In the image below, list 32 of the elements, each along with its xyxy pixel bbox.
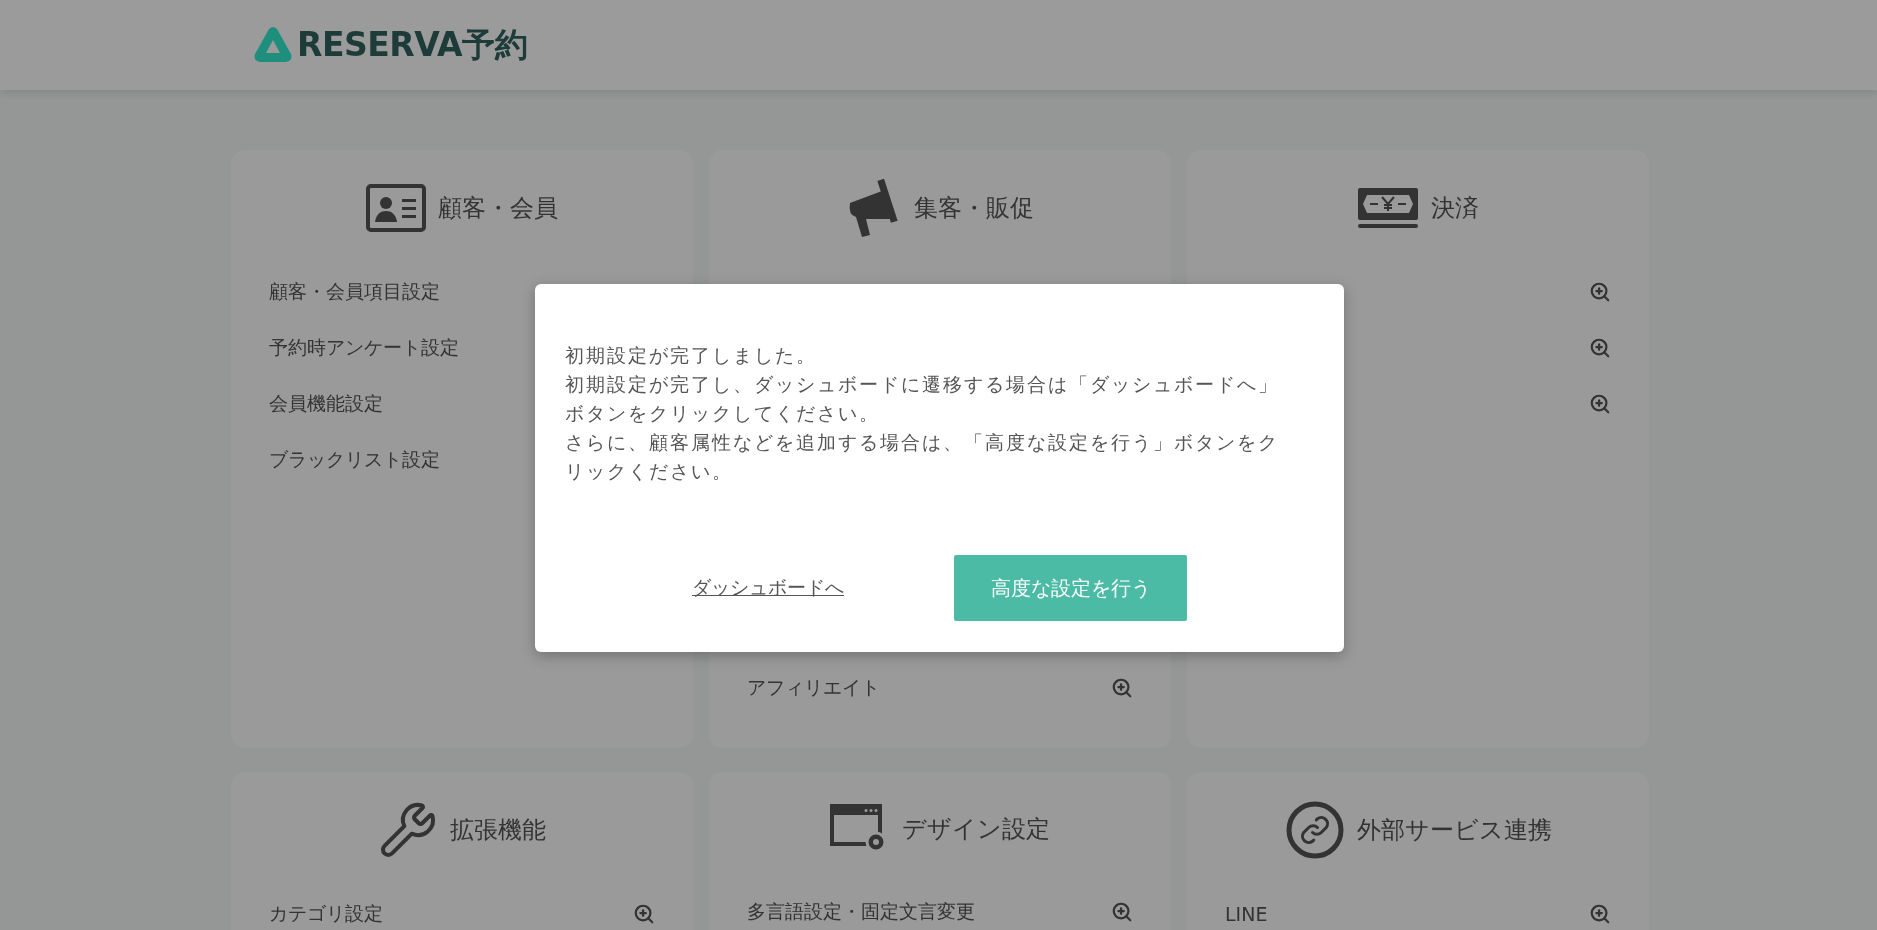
logo-icon	[253, 26, 293, 64]
zoom-in-icon[interactable]	[1589, 281, 1611, 303]
card-title: 拡張機能	[450, 815, 546, 846]
dialog-text: さらに、顧客属性などを追加する場合は、「高度な設定を行う」ボタンをクリックください。	[565, 430, 1280, 484]
setting-link[interactable]: アフィリエイト	[747, 675, 880, 701]
setting-link[interactable]: LINE	[1225, 903, 1268, 925]
zoom-in-icon[interactable]	[1111, 677, 1133, 699]
setting-link[interactable]: 予約時アンケート設定	[269, 335, 459, 361]
dialog-text: 初期設定が完了しました。	[565, 343, 818, 368]
dialog-text: 初期設定が完了し、ダッシュボードに遷移する場合は「ダッシュボードへ」ボタンをクリックしてください。	[565, 372, 1280, 426]
logo-text: RESERVA予約	[297, 23, 527, 66]
zoom-in-icon[interactable]	[1111, 901, 1133, 923]
setting-link[interactable]: 多言語設定・固定文言変更	[747, 899, 975, 925]
card-title: 集客・販促	[914, 193, 1034, 224]
card-title: 決済	[1431, 193, 1479, 224]
zoom-in-icon[interactable]	[1589, 393, 1611, 415]
card-title: デザイン設定	[902, 814, 1050, 845]
banknote-icon	[1357, 187, 1419, 229]
zoom-in-icon[interactable]	[1589, 903, 1611, 925]
link-icon	[1284, 800, 1345, 860]
zoom-in-icon[interactable]	[633, 903, 655, 925]
card-title: 外部サービス連携	[1356, 815, 1552, 846]
dashboard-link[interactable]: ダッシュボードへ	[692, 575, 844, 601]
setting-link[interactable]: カテゴリ設定	[269, 901, 383, 927]
setting-link[interactable]: 会員機能設定	[269, 391, 383, 417]
id-card-icon	[366, 184, 426, 232]
card-title: 顧客・会員	[438, 193, 558, 224]
advanced-settings-button[interactable]: 高度な設定を行う	[954, 555, 1187, 621]
wrench-icon	[378, 800, 438, 860]
setting-link[interactable]: 顧客・会員項目設定	[269, 279, 440, 305]
setting-link[interactable]: ブラックリスト設定	[269, 447, 440, 473]
zoom-in-icon[interactable]	[1589, 337, 1611, 359]
